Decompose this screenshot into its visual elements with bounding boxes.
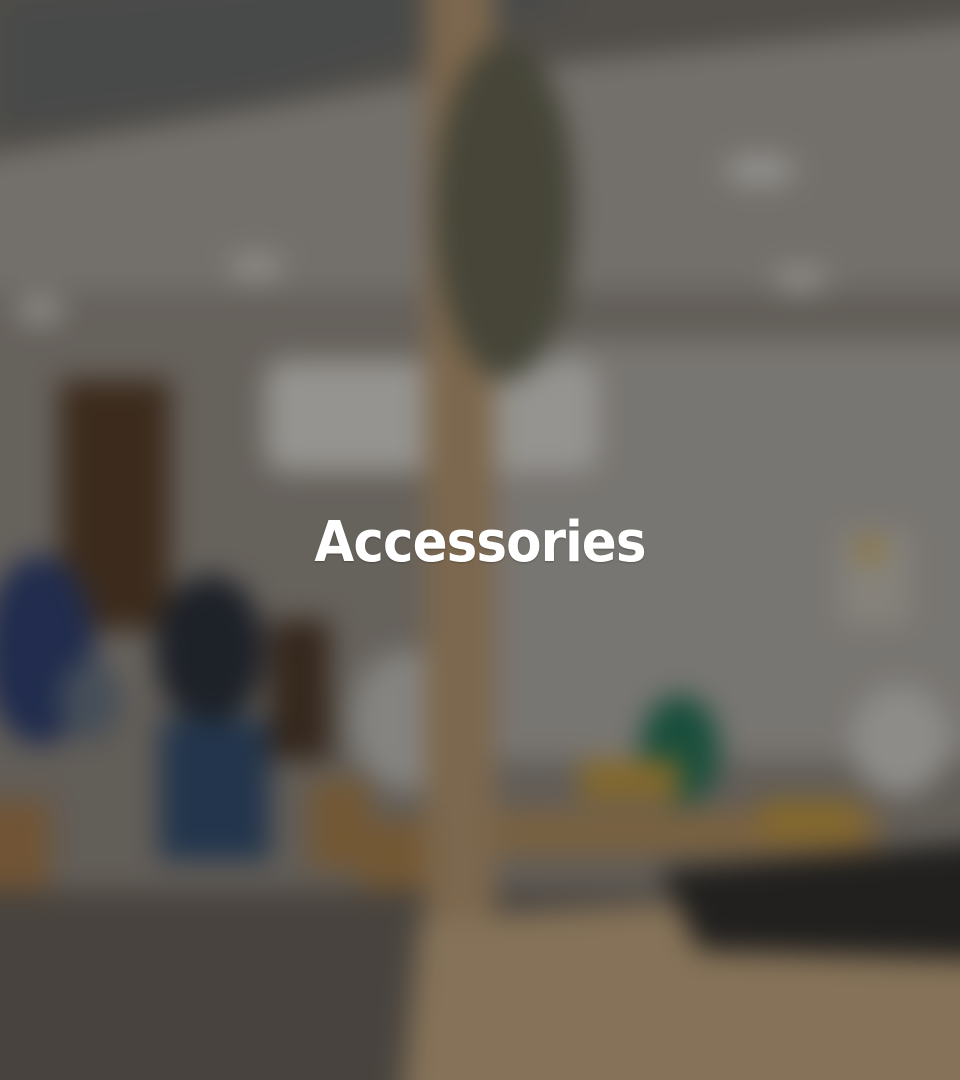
category-hero-banner[interactable]: Accessories [0, 0, 960, 1080]
hero-title: Accessories [314, 509, 646, 575]
